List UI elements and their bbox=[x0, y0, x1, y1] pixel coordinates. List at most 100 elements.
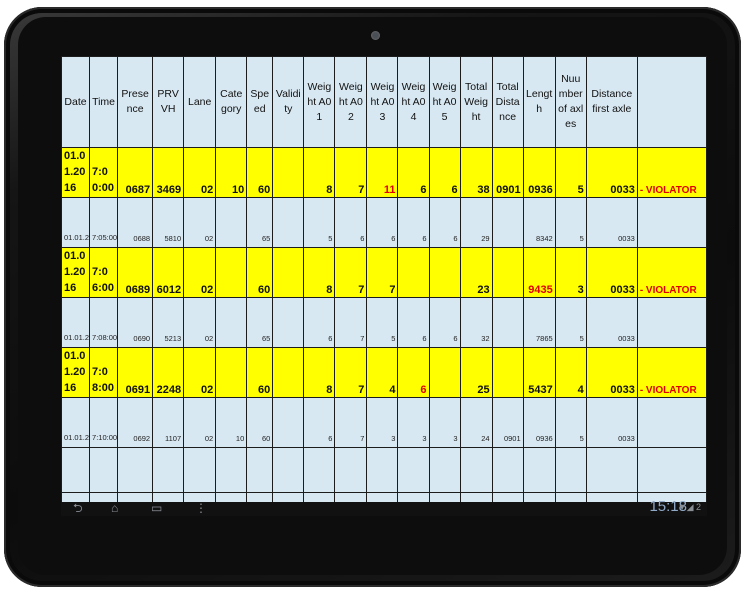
empty-cell[interactable] bbox=[117, 447, 154, 493]
cell-flag[interactable] bbox=[636, 397, 707, 448]
cell-weight-a05[interactable]: 6 bbox=[428, 297, 461, 348]
empty-cell[interactable] bbox=[459, 447, 493, 493]
cell-length[interactable]: 0936 bbox=[522, 147, 556, 198]
cell-time[interactable]: 7:00:00 bbox=[89, 147, 119, 198]
cell-date[interactable]: 01.01.2016 bbox=[61, 197, 91, 248]
cell-presence[interactable]: 0691 bbox=[117, 347, 154, 398]
cell-distance-first-axle[interactable]: 0033 bbox=[585, 147, 638, 198]
cell-validity[interactable] bbox=[272, 147, 305, 198]
cell-weight-a03[interactable]: 11 bbox=[366, 147, 399, 198]
empty-cell[interactable] bbox=[428, 447, 461, 493]
cell-total-distance[interactable]: 0901 bbox=[491, 397, 524, 448]
cell-total-distance[interactable]: 0901 bbox=[491, 147, 524, 198]
cell-time[interactable]: 7:08:00 bbox=[89, 347, 119, 398]
cell-category[interactable] bbox=[215, 347, 248, 398]
col-header-number-of-axles[interactable]: Nuumber of axles bbox=[554, 56, 587, 148]
cell-presence[interactable]: 0692 bbox=[117, 397, 154, 448]
cell-distance-first-axle[interactable]: 0033 bbox=[585, 347, 638, 398]
cell-length[interactable]: 8342 bbox=[522, 197, 556, 248]
cell-validity[interactable] bbox=[272, 397, 305, 448]
cell-weight-a01[interactable]: 6 bbox=[303, 297, 336, 348]
cell-weight-a04[interactable]: 6 bbox=[397, 147, 430, 198]
cell-number-of-axles[interactable]: 5 bbox=[554, 397, 587, 448]
cell-weight-a01[interactable]: 6 bbox=[303, 397, 336, 448]
cell-weight-a02[interactable]: 7 bbox=[334, 147, 368, 198]
cell-weight-a01[interactable]: 8 bbox=[303, 147, 336, 198]
cell-weight-a03[interactable]: 5 bbox=[366, 297, 399, 348]
empty-cell[interactable] bbox=[246, 447, 274, 493]
cell-weight-a01[interactable]: 8 bbox=[303, 247, 336, 298]
empty-cell[interactable] bbox=[366, 447, 399, 493]
cell-time[interactable]: 7:08:00 bbox=[89, 297, 119, 348]
col-header-weight-a05[interactable]: Weight A05 bbox=[428, 56, 461, 148]
cell-distance-first-axle[interactable]: 0033 bbox=[585, 397, 638, 448]
cell-weight-a04[interactable]: 6 bbox=[397, 347, 430, 398]
table-row[interactable]: 01.01.2016 7:00:00 0687 3469 02 10 60 8 … bbox=[61, 147, 707, 198]
home-icon[interactable]: ⌂ bbox=[111, 502, 118, 514]
cell-category[interactable] bbox=[215, 197, 248, 248]
cell-prvvh[interactable]: 2248 bbox=[152, 347, 185, 398]
cell-weight-a01[interactable]: 8 bbox=[303, 347, 336, 398]
cell-speed[interactable]: 60 bbox=[246, 247, 274, 298]
cell-category[interactable] bbox=[215, 247, 248, 298]
cell-weight-a01[interactable]: 5 bbox=[303, 197, 336, 248]
cell-distance-first-axle[interactable]: 0033 bbox=[585, 197, 638, 248]
table-row[interactable]: 01.01.2016 7:10:00 0692 1107 02 10 60 6 … bbox=[61, 397, 707, 448]
cell-lane[interactable]: 02 bbox=[183, 147, 217, 198]
cell-date[interactable]: 01.01.2016 bbox=[61, 247, 91, 298]
cell-presence[interactable]: 0690 bbox=[117, 297, 154, 348]
empty-cell[interactable] bbox=[272, 447, 305, 493]
cell-number-of-axles[interactable]: 5 bbox=[554, 297, 587, 348]
cell-length[interactable]: 0936 bbox=[522, 397, 556, 448]
col-header-date[interactable]: Date bbox=[61, 56, 91, 148]
cell-date[interactable]: 01.01.2016 bbox=[61, 397, 91, 448]
col-header-speed[interactable]: Speed bbox=[246, 56, 274, 148]
cell-prvvh[interactable]: 6012 bbox=[152, 247, 185, 298]
cell-lane[interactable]: 02 bbox=[183, 347, 217, 398]
cell-date[interactable]: 01.01.2016 bbox=[61, 347, 91, 398]
cell-date[interactable]: 01.01.2016 bbox=[61, 147, 91, 198]
empty-cell[interactable] bbox=[554, 447, 587, 493]
cell-prvvh[interactable]: 3469 bbox=[152, 147, 185, 198]
cell-weight-a02[interactable]: 7 bbox=[334, 347, 368, 398]
cell-weight-a05[interactable] bbox=[428, 347, 461, 398]
cell-speed[interactable]: 60 bbox=[246, 397, 274, 448]
cell-validity[interactable] bbox=[272, 347, 305, 398]
empty-cell[interactable] bbox=[89, 447, 119, 493]
cell-prvvh[interactable]: 5810 bbox=[152, 197, 185, 248]
cell-total-weight[interactable]: 29 bbox=[459, 197, 493, 248]
col-header-time[interactable]: Time bbox=[89, 56, 119, 148]
cell-total-weight[interactable]: 32 bbox=[459, 297, 493, 348]
cell-category[interactable]: 10 bbox=[215, 147, 248, 198]
empty-cell[interactable] bbox=[522, 447, 556, 493]
cell-category[interactable] bbox=[215, 297, 248, 348]
cell-weight-a04[interactable] bbox=[397, 247, 430, 298]
table-row[interactable]: 01.01.2016 7:08:00 0690 5213 02 65 6 7 5… bbox=[61, 297, 707, 348]
cell-lane[interactable]: 02 bbox=[183, 197, 217, 248]
empty-cell[interactable] bbox=[61, 447, 91, 493]
cell-number-of-axles[interactable]: 4 bbox=[554, 347, 587, 398]
cell-lane[interactable]: 02 bbox=[183, 247, 217, 298]
cell-time[interactable]: 7:06:00 bbox=[89, 247, 119, 298]
cell-weight-a04[interactable]: 3 bbox=[397, 397, 430, 448]
table-row[interactable]: 01.01.2016 7:05:00 0688 5810 02 65 5 6 6… bbox=[61, 197, 707, 248]
cell-weight-a05[interactable]: 3 bbox=[428, 397, 461, 448]
cell-speed[interactable]: 60 bbox=[246, 147, 274, 198]
col-header-category[interactable]: Category bbox=[215, 56, 248, 148]
cell-weight-a03[interactable]: 4 bbox=[366, 347, 399, 398]
cell-weight-a02[interactable]: 7 bbox=[334, 247, 368, 298]
cell-time[interactable]: 7:10:00 bbox=[89, 397, 119, 448]
cell-presence[interactable]: 0688 bbox=[117, 197, 154, 248]
col-header-weight-a04[interactable]: Weight A04 bbox=[397, 56, 430, 148]
cell-weight-a04[interactable]: 6 bbox=[397, 297, 430, 348]
col-header-prvvh[interactable]: PRVVH bbox=[152, 56, 185, 148]
cell-distance-first-axle[interactable]: 0033 bbox=[585, 247, 638, 298]
col-header-total-distance[interactable]: Total Distance bbox=[491, 56, 524, 148]
col-header-flag[interactable] bbox=[636, 56, 707, 148]
cell-weight-a02[interactable]: 7 bbox=[334, 297, 368, 348]
cell-weight-a03[interactable]: 3 bbox=[366, 397, 399, 448]
cell-speed[interactable]: 65 bbox=[246, 197, 274, 248]
cell-total-distance[interactable] bbox=[491, 347, 524, 398]
col-header-total-weight[interactable]: Total Weight bbox=[459, 56, 493, 148]
cell-weight-a05[interactable] bbox=[428, 247, 461, 298]
